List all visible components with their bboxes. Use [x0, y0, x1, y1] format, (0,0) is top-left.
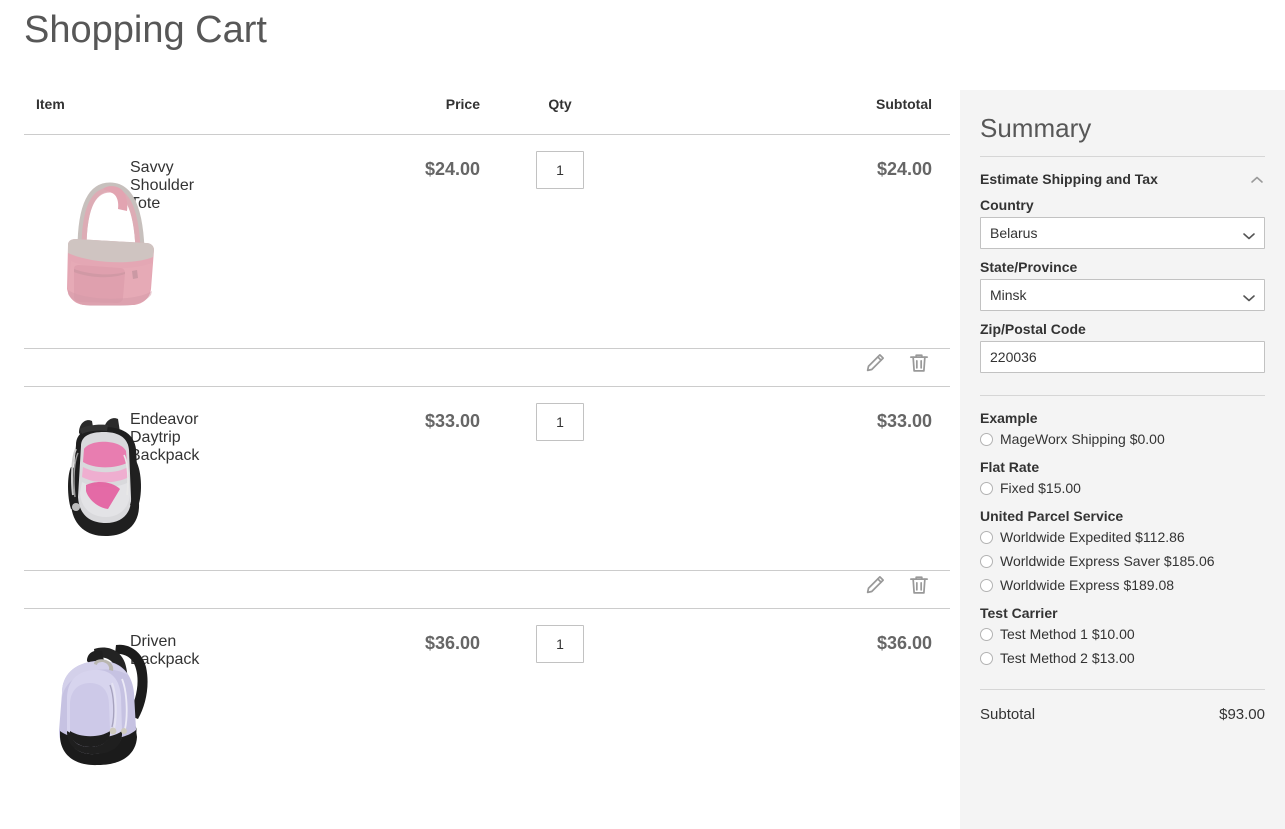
row-actions-row: [24, 571, 950, 609]
carrier-title-flat-rate: Flat Rate: [980, 459, 1265, 475]
carrier-title-test-carrier: Test Carrier: [980, 605, 1265, 621]
product-subtotal: $33.00: [640, 387, 950, 571]
pink-shoulder-tote-image[interactable]: [24, 153, 184, 343]
radio-button[interactable]: [980, 652, 993, 665]
product-subtotal: $24.00: [640, 135, 950, 349]
product-photo-cell[interactable]: [24, 609, 122, 789]
table-row: Savvy Shoulder Tote $24.00 $24.00: [24, 135, 950, 349]
state-label: State/Province: [980, 259, 1265, 275]
column-header-price: Price: [220, 96, 480, 135]
shipping-method-label: Test Method 1 $10.00: [1000, 625, 1135, 643]
product-photo-cell[interactable]: [24, 135, 122, 349]
carrier-title-example: Example: [980, 410, 1265, 426]
table-row: Driven Backpack $36.00 $36.00: [24, 609, 950, 789]
totals-section: Subtotal $93.00: [980, 689, 1265, 723]
shopping-cart-page: Shopping Cart Item Price Qty Subtotal: [0, 0, 1285, 829]
shipping-method-option[interactable]: Test Method 1 $10.00: [980, 625, 1265, 643]
column-header-item: Item: [24, 96, 220, 135]
shipping-method-label: Fixed $15.00: [1000, 479, 1081, 497]
shipping-method-label: MageWorx Shipping $0.00: [1000, 430, 1165, 448]
subtotal-label: Subtotal: [980, 706, 1035, 723]
cart-items-table: Item Price Qty Subtotal: [24, 96, 950, 788]
radio-button[interactable]: [980, 482, 993, 495]
cart-header-row: Item Price Qty Subtotal: [24, 96, 950, 135]
shipping-method-label: Worldwide Expedited $112.86: [1000, 528, 1185, 546]
cart-table-header: Item Price Qty Subtotal: [24, 96, 950, 135]
country-label: Country: [980, 197, 1265, 213]
state-select[interactable]: Minsk: [980, 279, 1265, 311]
shipping-method-label: Worldwide Express $189.08: [1000, 576, 1174, 594]
estimate-shipping-toggle[interactable]: Estimate Shipping and Tax: [980, 171, 1265, 187]
column-header-qty: Qty: [480, 96, 640, 135]
row-actions-cell: [24, 349, 950, 387]
product-price: $36.00: [220, 609, 480, 789]
radio-button[interactable]: [980, 579, 993, 592]
product-qty-cell: [480, 387, 640, 571]
product-qty-cell: [480, 135, 640, 349]
product-price: $33.00: [220, 387, 480, 571]
product-subtotal: $36.00: [640, 609, 950, 789]
row-actions-cell: [24, 571, 950, 609]
trash-icon[interactable]: [906, 572, 932, 598]
country-select-wrapper: Belarus: [980, 217, 1265, 249]
pencil-icon[interactable]: [862, 350, 888, 376]
shipping-method-option[interactable]: Worldwide Express $189.08: [980, 576, 1265, 594]
shipping-method-option[interactable]: Worldwide Expedited $112.86: [980, 528, 1265, 546]
product-qty-cell: [480, 609, 640, 789]
table-row: Endeavor Daytrip Backpack $33.00 $33.00: [24, 387, 950, 571]
shipping-method-label: Worldwide Express Saver $185.06: [1000, 552, 1215, 570]
shipping-method-option[interactable]: Fixed $15.00: [980, 479, 1265, 497]
page-title: Shopping Cart: [24, 6, 267, 54]
carrier-title-ups: United Parcel Service: [980, 508, 1265, 524]
product-price: $24.00: [220, 135, 480, 349]
pink-black-backpack-image[interactable]: [24, 405, 184, 565]
lavender-black-backpack-image[interactable]: [24, 627, 184, 783]
estimate-shipping-heading: Estimate Shipping and Tax: [980, 171, 1158, 187]
row-actions-row: [24, 349, 950, 387]
trash-icon[interactable]: [906, 350, 932, 376]
chevron-up-icon[interactable]: [1249, 173, 1265, 187]
quantity-input[interactable]: [536, 403, 584, 441]
quantity-input[interactable]: [536, 625, 584, 663]
country-select[interactable]: Belarus: [980, 217, 1265, 249]
subtotal-value: $93.00: [1219, 706, 1265, 723]
radio-button[interactable]: [980, 531, 993, 544]
shipping-method-option[interactable]: Worldwide Express Saver $185.06: [980, 552, 1265, 570]
shipping-method-label: Test Method 2 $13.00: [1000, 649, 1135, 667]
cart-table-body: Savvy Shoulder Tote $24.00 $24.00: [24, 135, 950, 789]
state-select-wrapper: Minsk: [980, 279, 1265, 311]
shipping-rates-list: Example MageWorx Shipping $0.00 Flat Rat…: [980, 395, 1265, 667]
quantity-input[interactable]: [536, 151, 584, 189]
summary-panel: Summary Estimate Shipping and Tax Countr…: [960, 90, 1285, 829]
radio-button[interactable]: [980, 628, 993, 641]
radio-button[interactable]: [980, 433, 993, 446]
zip-label: Zip/Postal Code: [980, 321, 1265, 337]
shipping-method-option[interactable]: MageWorx Shipping $0.00: [980, 430, 1265, 448]
cart-table-container: Item Price Qty Subtotal: [24, 96, 920, 788]
pencil-icon[interactable]: [862, 572, 888, 598]
product-photo-cell[interactable]: [24, 387, 122, 571]
subtotal-row: Subtotal $93.00: [980, 706, 1265, 723]
zip-input[interactable]: [980, 341, 1265, 373]
shipping-method-option[interactable]: Test Method 2 $13.00: [980, 649, 1265, 667]
estimate-shipping-section: Estimate Shipping and Tax Country Belaru…: [980, 156, 1265, 373]
radio-button[interactable]: [980, 555, 993, 568]
summary-title: Summary: [980, 112, 1265, 144]
column-header-subtotal: Subtotal: [640, 96, 950, 135]
